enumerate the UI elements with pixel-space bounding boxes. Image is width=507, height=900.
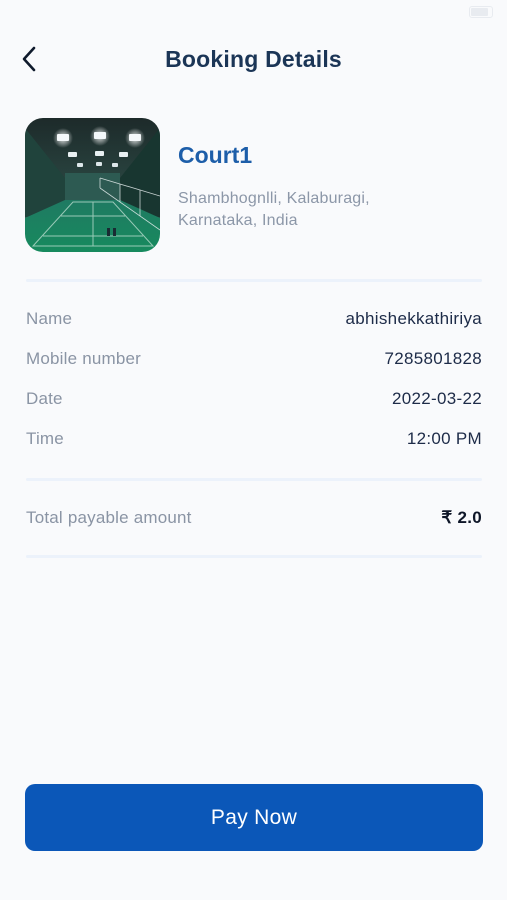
divider [26, 279, 482, 282]
detail-value: 2022-03-22 [392, 389, 482, 408]
court-name: Court1 [178, 142, 253, 168]
total-value: ₹ 2.0 [441, 508, 482, 527]
divider [26, 478, 482, 481]
detail-value: 7285801828 [384, 349, 482, 368]
court-image [25, 118, 160, 252]
detail-label: Date [26, 389, 63, 408]
total-label: Total payable amount [26, 508, 192, 527]
detail-row-time: Time 12:00 PM [26, 429, 482, 453]
detail-row-mobile: Mobile number 7285801828 [26, 349, 482, 373]
detail-row-date: Date 2022-03-22 [26, 389, 482, 413]
detail-label: Mobile number [26, 349, 142, 368]
total-row: Total payable amount ₹ 2.0 [26, 508, 482, 532]
divider [26, 555, 482, 558]
pay-now-button[interactable]: Pay Now [25, 784, 483, 851]
header: Booking Details [0, 36, 507, 84]
detail-value: abhishekkathiriya [345, 309, 482, 328]
detail-value: 12:00 PM [406, 429, 482, 448]
court-address: Shambhognlli, Kalaburagi, Karnataka, Ind… [178, 190, 370, 229]
detail-label: Time [26, 429, 64, 448]
battery-icon [469, 6, 493, 18]
status-bar [0, 0, 507, 22]
detail-row-name: Name abhishekkathiriya [26, 309, 482, 333]
page-title: Booking Details [165, 46, 342, 72]
court-card: Court1 Shambhognlli, Kalaburagi, Karnata… [25, 118, 483, 253]
detail-label: Name [26, 309, 73, 328]
